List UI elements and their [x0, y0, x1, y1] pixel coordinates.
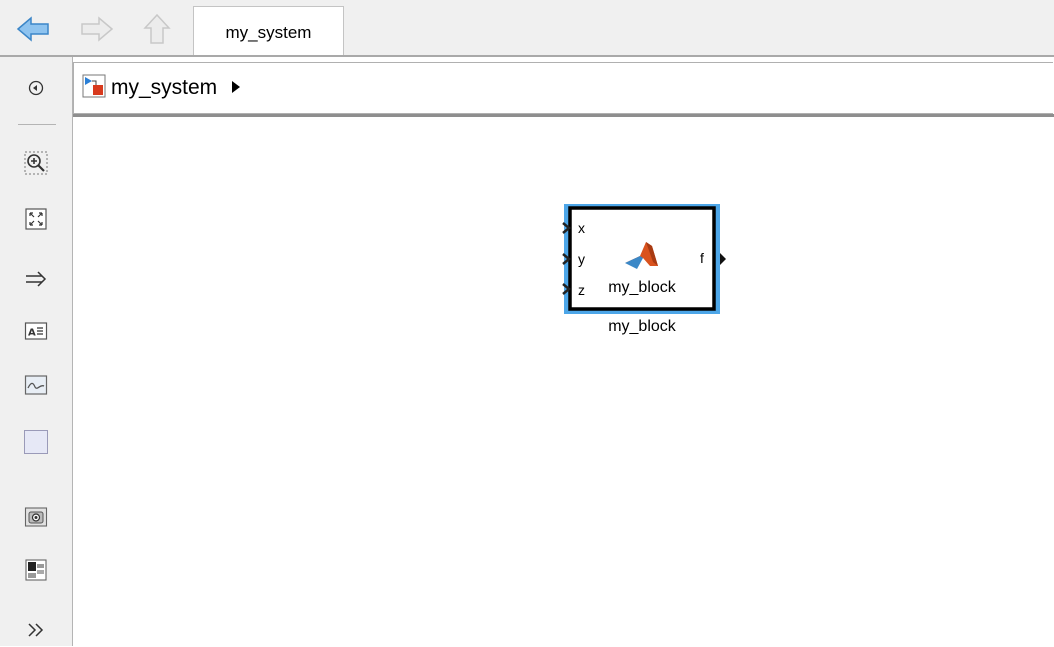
- annotation-icon[interactable]: A: [24, 319, 48, 343]
- area-icon[interactable]: [24, 430, 48, 454]
- model-icon: [82, 74, 106, 98]
- tab-my-system[interactable]: my_system: [193, 6, 344, 57]
- zoom-icon[interactable]: [24, 151, 48, 175]
- back-arrow-icon[interactable]: [16, 14, 50, 44]
- input-label-z: z: [578, 282, 585, 298]
- fit-to-view-icon[interactable]: [24, 207, 48, 231]
- breadcrumb-model-name[interactable]: my_system: [111, 76, 217, 99]
- block-inner-label: my_block: [608, 279, 677, 296]
- model-canvas[interactable]: [73, 117, 1054, 646]
- tab-bar: my_system: [0, 0, 1054, 57]
- input-label-x: x: [578, 220, 585, 236]
- hide-browser-icon[interactable]: [24, 76, 48, 100]
- breadcrumb-expand-arrow-icon[interactable]: [231, 74, 241, 102]
- up-arrow-icon[interactable]: [140, 13, 174, 44]
- forward-arrow-icon[interactable]: [80, 14, 114, 44]
- toolbar-separator: [18, 124, 56, 125]
- svg-text:A: A: [28, 328, 36, 339]
- screenshot-icon[interactable]: [24, 505, 48, 529]
- breadcrumb[interactable]: my_system: [111, 74, 241, 102]
- input-label-y: y: [578, 251, 585, 267]
- output-label-f: f: [700, 250, 704, 266]
- output-port-f[interactable]: [720, 253, 726, 265]
- matlab-function-block[interactable]: x y z f my_block my_block: [552, 198, 732, 348]
- more-icon[interactable]: [24, 618, 48, 642]
- model-data-icon[interactable]: [24, 558, 48, 582]
- signal-routing-icon[interactable]: [24, 267, 48, 291]
- block-name-label[interactable]: my_block: [608, 318, 677, 335]
- image-icon[interactable]: [24, 373, 48, 397]
